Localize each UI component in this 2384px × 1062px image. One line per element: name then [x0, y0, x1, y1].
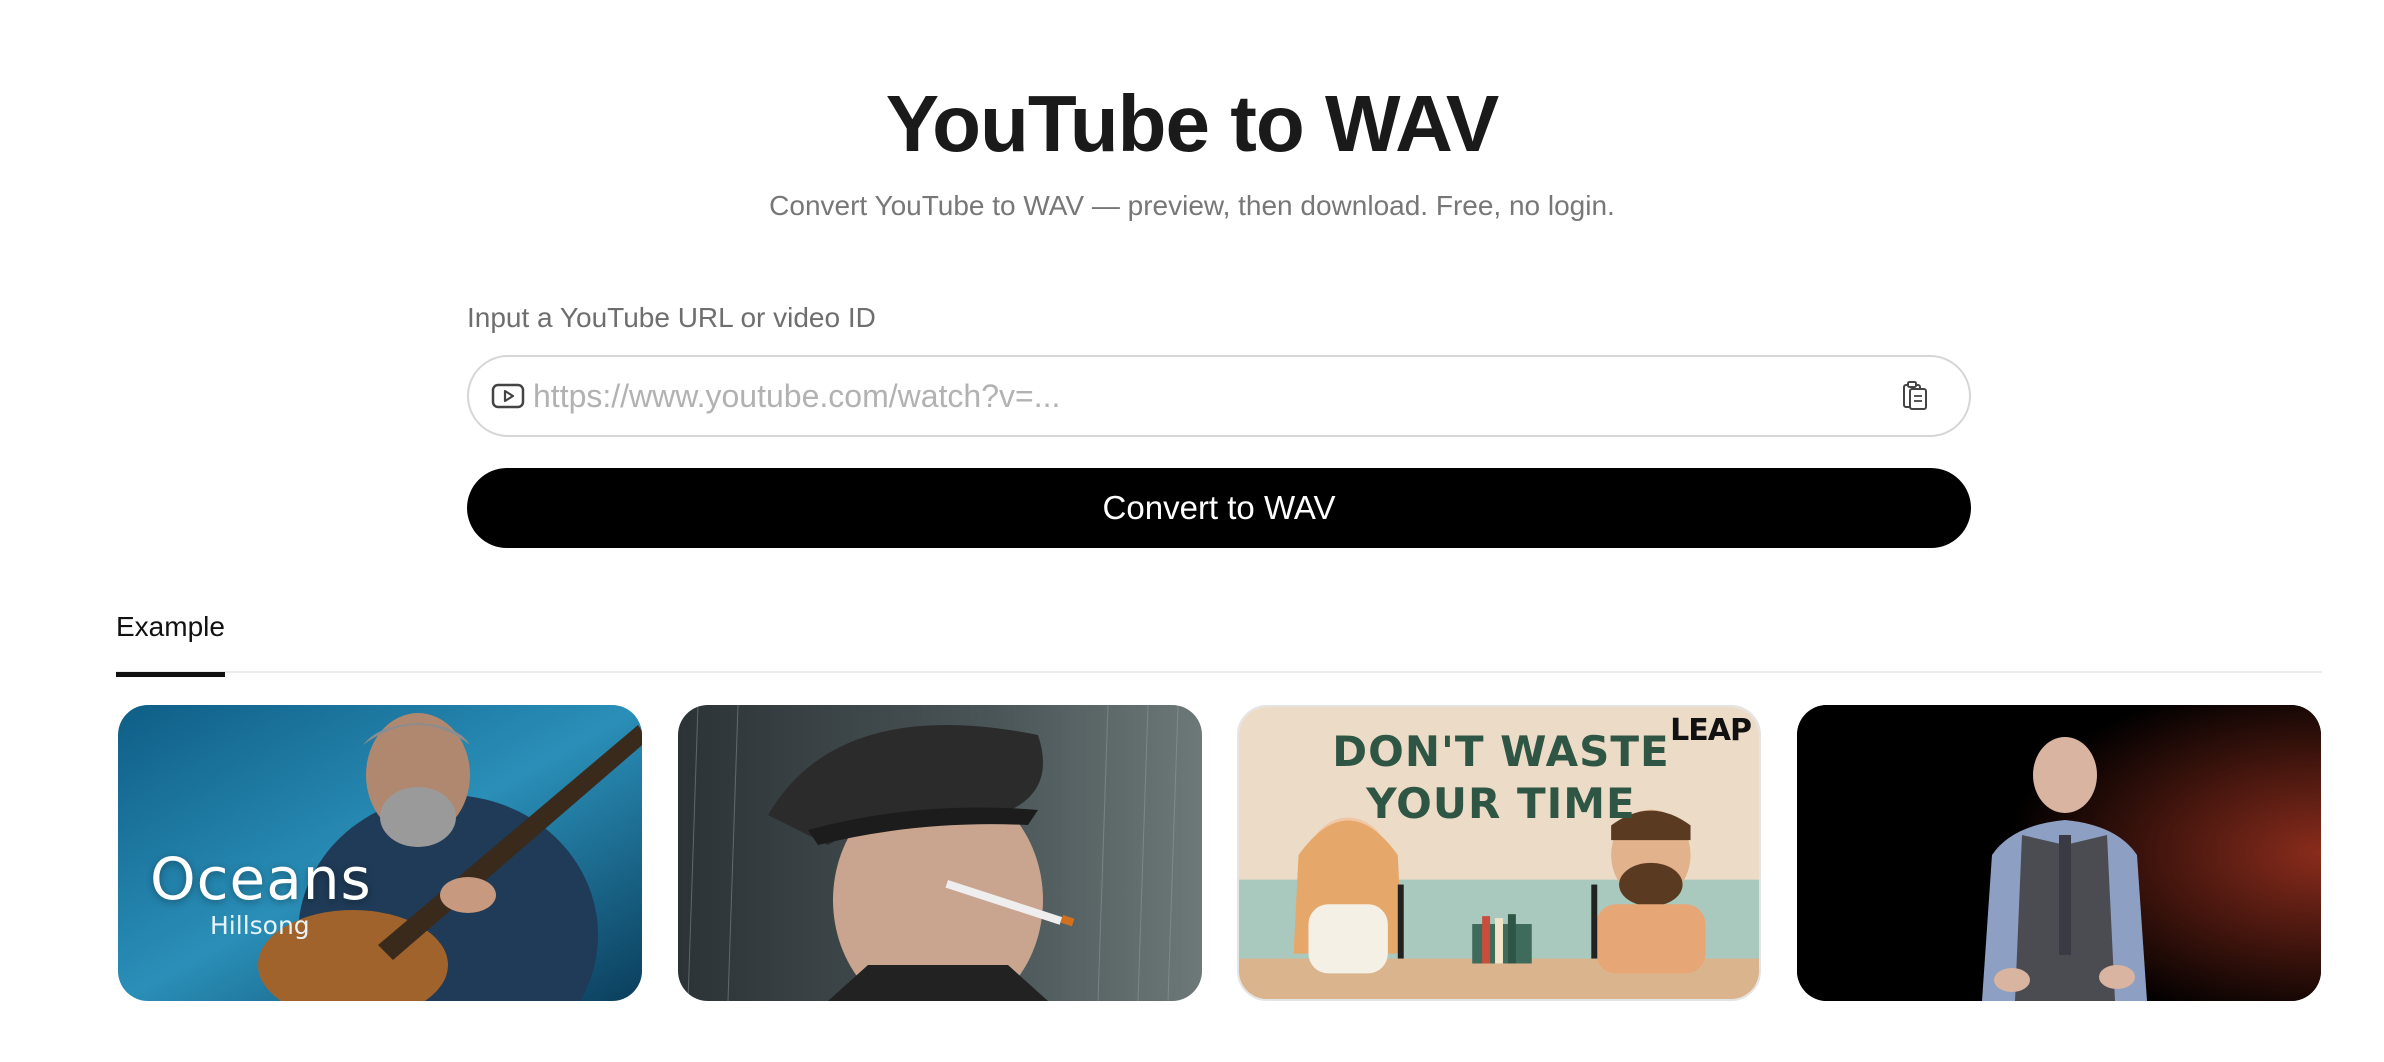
stage-speaker-image: [1797, 705, 2321, 1001]
url-input[interactable]: [533, 369, 1873, 423]
example-thumbnail-guitar[interactable]: Oceans Hillsong: [118, 705, 642, 1001]
youtube-icon: [491, 383, 525, 409]
example-thumbnail-podcast[interactable]: DON'T WASTE YOUR TIME LEAP: [1237, 705, 1761, 1001]
podcast-logo: LEAP: [1670, 713, 1752, 748]
page-subtitle: Convert YouTube to WAV — preview, then d…: [769, 190, 1615, 221]
poster-headline-line-2: YOUR TIME: [1366, 779, 1636, 828]
example-tabs: Example: [116, 605, 2322, 677]
tab-example[interactable]: Example: [116, 611, 225, 677]
example-thumbnail-speaker[interactable]: [1797, 705, 2321, 1001]
example-thumbnail-rain[interactable]: [678, 705, 1202, 1001]
url-input-label: Input a YouTube URL or video ID: [467, 302, 876, 333]
url-field[interactable]: [467, 355, 1971, 437]
convert-button[interactable]: Convert to WAV: [467, 468, 1971, 548]
example-overlay-title: Oceans: [150, 845, 372, 913]
page-title: YouTube to WAV: [885, 79, 1500, 168]
example-overlay-subtitle: Hillsong: [210, 911, 310, 940]
clipboard-paste-icon[interactable]: [1901, 380, 1929, 412]
rain-portrait-image: [678, 705, 1202, 1001]
